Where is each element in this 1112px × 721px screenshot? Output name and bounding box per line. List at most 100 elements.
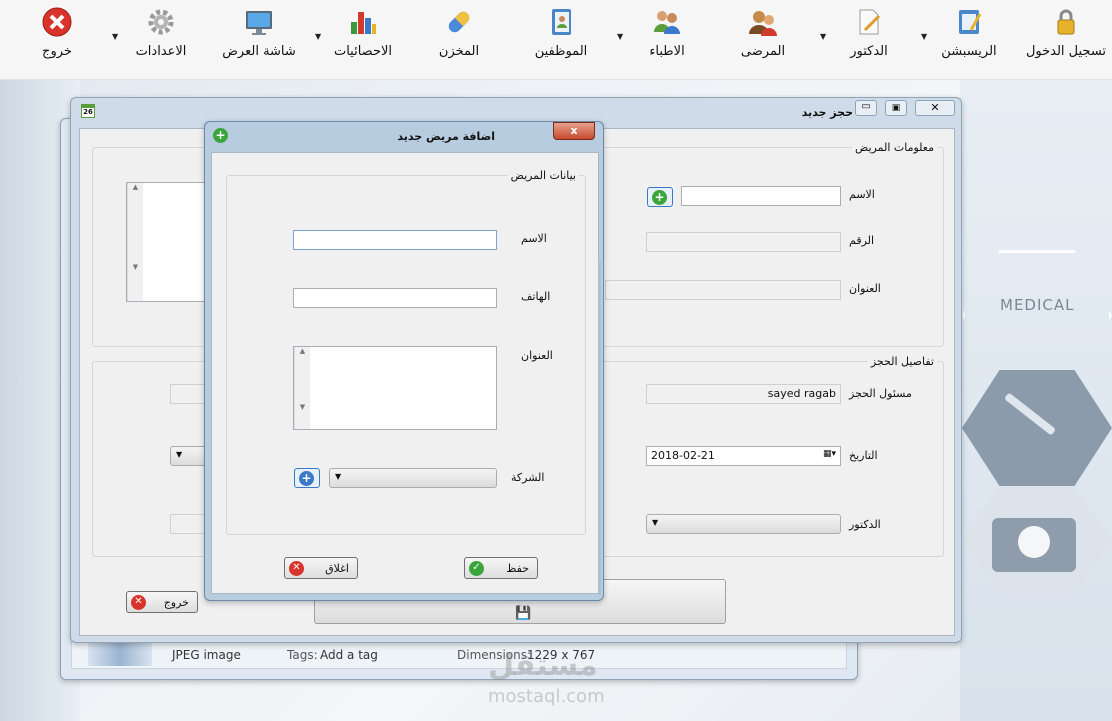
lock-icon — [1057, 9, 1075, 35]
patient-name-field[interactable] — [681, 186, 841, 206]
booking-window-title: حجز جديد — [801, 106, 853, 119]
settings-dropdown-arrow[interactable]: ▼ — [112, 32, 118, 41]
toolbar-statistics-button[interactable]: الاحصائيات — [322, 4, 404, 66]
address-book-icon — [552, 9, 571, 35]
toolbar-patients-label: المرضى — [740, 44, 786, 59]
patients-icon — [749, 11, 777, 36]
add-icon: + — [213, 128, 228, 143]
toolbar-reception-label: الريسبشن — [941, 44, 997, 59]
date-picker[interactable]: 2018-02-21 ▦▾ — [646, 446, 841, 466]
toolbar-store-button[interactable]: المخزن — [418, 4, 500, 66]
main-toolbar: تسجيل الدخول الريسبشن ▼ الدكتور ▼ المرضى… — [0, 0, 1112, 80]
dialog-title: اضافة مريض جديد — [397, 130, 495, 143]
dialog-close-button[interactable]: x — [553, 122, 595, 140]
pill-icon — [448, 11, 470, 33]
chevron-down-icon: ▼ — [335, 472, 342, 481]
document-pencil-icon — [859, 9, 881, 35]
booking-exit-label: خروج — [163, 596, 189, 609]
notepad-icon — [959, 10, 982, 34]
dialog-scrollbar[interactable] — [598, 261, 601, 595]
responsible-value: sayed ragab — [767, 387, 836, 400]
medkit-cross-icon — [1018, 526, 1050, 558]
toolbar-doctor-label: الدكتور — [850, 44, 888, 59]
calendar-icon-number: 26 — [83, 108, 93, 116]
reception-dropdown-arrow[interactable]: ▼ — [921, 32, 927, 41]
patient-number-label: الرقم — [849, 234, 875, 247]
address-scrollbar[interactable]: ▲ ▼ — [294, 347, 310, 429]
photo-tags-value[interactable]: Add a tag — [320, 648, 378, 662]
calendar-icon: 26 — [81, 104, 95, 118]
add-patient-button[interactable]: + — [647, 187, 673, 207]
date-label: التاريخ — [849, 449, 878, 462]
dialog-address-textarea[interactable]: ▲ ▼ — [293, 346, 497, 430]
patient-info-listbox[interactable]: ▲ ▼ — [126, 182, 206, 302]
plus-circle-icon: + — [299, 471, 314, 486]
booking-window-titlebar: 26 حجز جديد ▭ ▣ ✕ — [71, 98, 961, 120]
toolbar-reception-button[interactable]: الريسبشن — [928, 4, 1010, 66]
toolbar-display-screen-button[interactable]: شاشة العرض — [218, 4, 300, 66]
toolbar-doctors-button[interactable]: الاطباء — [626, 4, 708, 66]
toolbar-exit-label: خروج — [42, 44, 72, 59]
toolbar-employees-label: الموظفين — [534, 44, 588, 59]
exit-icon — [42, 7, 72, 37]
date-value: 2018-02-21 — [651, 449, 715, 462]
dialog-phone-input[interactable] — [293, 288, 497, 308]
add-company-button[interactable]: + — [294, 468, 320, 488]
floppy-disk-icon: 💾 — [515, 606, 532, 621]
toolbar-exit-button[interactable]: خروج — [16, 4, 98, 66]
doctors-icon — [654, 11, 680, 34]
dialog-address-label: العنوان — [521, 349, 553, 362]
statistics-dropdown-arrow[interactable]: ▼ — [315, 32, 321, 41]
responsible-label: مسئول الحجز — [849, 387, 912, 400]
chevron-down-icon: ▼ — [176, 450, 183, 459]
booking-details-group-title: تفاصيل الحجز — [867, 355, 937, 368]
close-circle-icon: ✕ — [289, 561, 304, 576]
responsible-field: sayed ragab — [646, 384, 841, 404]
monitor-icon — [246, 11, 272, 35]
photo-thumbnail — [88, 642, 152, 666]
dialog-company-label: الشركة — [511, 471, 545, 484]
doctors-dropdown-arrow[interactable]: ▼ — [617, 32, 623, 41]
toolbar-login-button[interactable]: تسجيل الدخول — [1025, 4, 1107, 66]
toolbar-employees-button[interactable]: الموظفين — [520, 4, 602, 66]
toolbar-doctor-button[interactable]: الدكتور — [828, 4, 910, 66]
dialog-company-combo[interactable]: ▼ — [329, 468, 497, 488]
toolbar-statistics-label: الاحصائيات — [333, 44, 393, 59]
dialog-phone-label: الهاتف — [521, 290, 551, 303]
background-hex-label: MEDICAL — [1000, 296, 1075, 314]
patient-address-field — [605, 280, 841, 300]
toolbar-doctors-label: الاطباء — [649, 44, 685, 59]
dialog-client: بيانات المريض الاسم الهاتف العنوان ▲ ▼ ال… — [211, 152, 601, 595]
dialog-save-button[interactable]: ✓ حفظ — [464, 557, 538, 579]
patient-data-group-title: بيانات المريض — [507, 169, 579, 182]
patient-number-field — [646, 232, 841, 252]
dialog-close-action-button[interactable]: ✕ اغلاق — [284, 557, 358, 579]
photo-tags-label: Tags: — [287, 648, 318, 662]
toolbar-settings-label: الاعدادات — [135, 44, 187, 59]
dialog-save-label: حفظ — [506, 562, 529, 575]
booking-minimize-button[interactable]: ▭ — [855, 100, 877, 116]
toolbar-store-label: المخزن — [438, 44, 480, 59]
booking-maximize-button[interactable]: ▣ — [885, 100, 907, 116]
doctor-label: الدكتور — [849, 518, 881, 531]
chevron-down-icon: ▼ — [652, 518, 659, 527]
booking-close-button[interactable]: ✕ — [915, 100, 955, 116]
photo-type-label: JPEG image — [172, 648, 241, 662]
toolbar-settings-button[interactable]: الاعدادات — [120, 4, 202, 66]
doctor-dropdown-arrow[interactable]: ▼ — [820, 32, 826, 41]
toolbar-display-screen-label: شاشة العرض — [222, 44, 296, 59]
watermark-latin: mostaql.com — [488, 686, 605, 707]
calendar-dropdown-icon[interactable]: ▦▾ — [823, 449, 836, 459]
add-patient-dialog: + اضافة مريض جديد x بيانات المريض الاسم … — [204, 121, 604, 601]
bar-chart-icon — [351, 12, 376, 34]
doctor-combo[interactable]: ▼ — [646, 514, 841, 534]
booking-exit-button[interactable]: ✕ خروج — [126, 591, 198, 613]
check-circle-icon: ✓ — [469, 561, 484, 576]
toolbar-patients-button[interactable]: المرضى — [722, 4, 804, 66]
patient-name-label: الاسم — [849, 188, 875, 201]
dialog-name-input[interactable] — [293, 230, 497, 250]
listbox-scrollbar[interactable]: ▲ ▼ — [127, 183, 143, 301]
patient-info-group-title: معلومات المريض — [852, 141, 937, 154]
patient-address-label: العنوان — [849, 282, 881, 295]
close-circle-icon: ✕ — [131, 595, 146, 610]
